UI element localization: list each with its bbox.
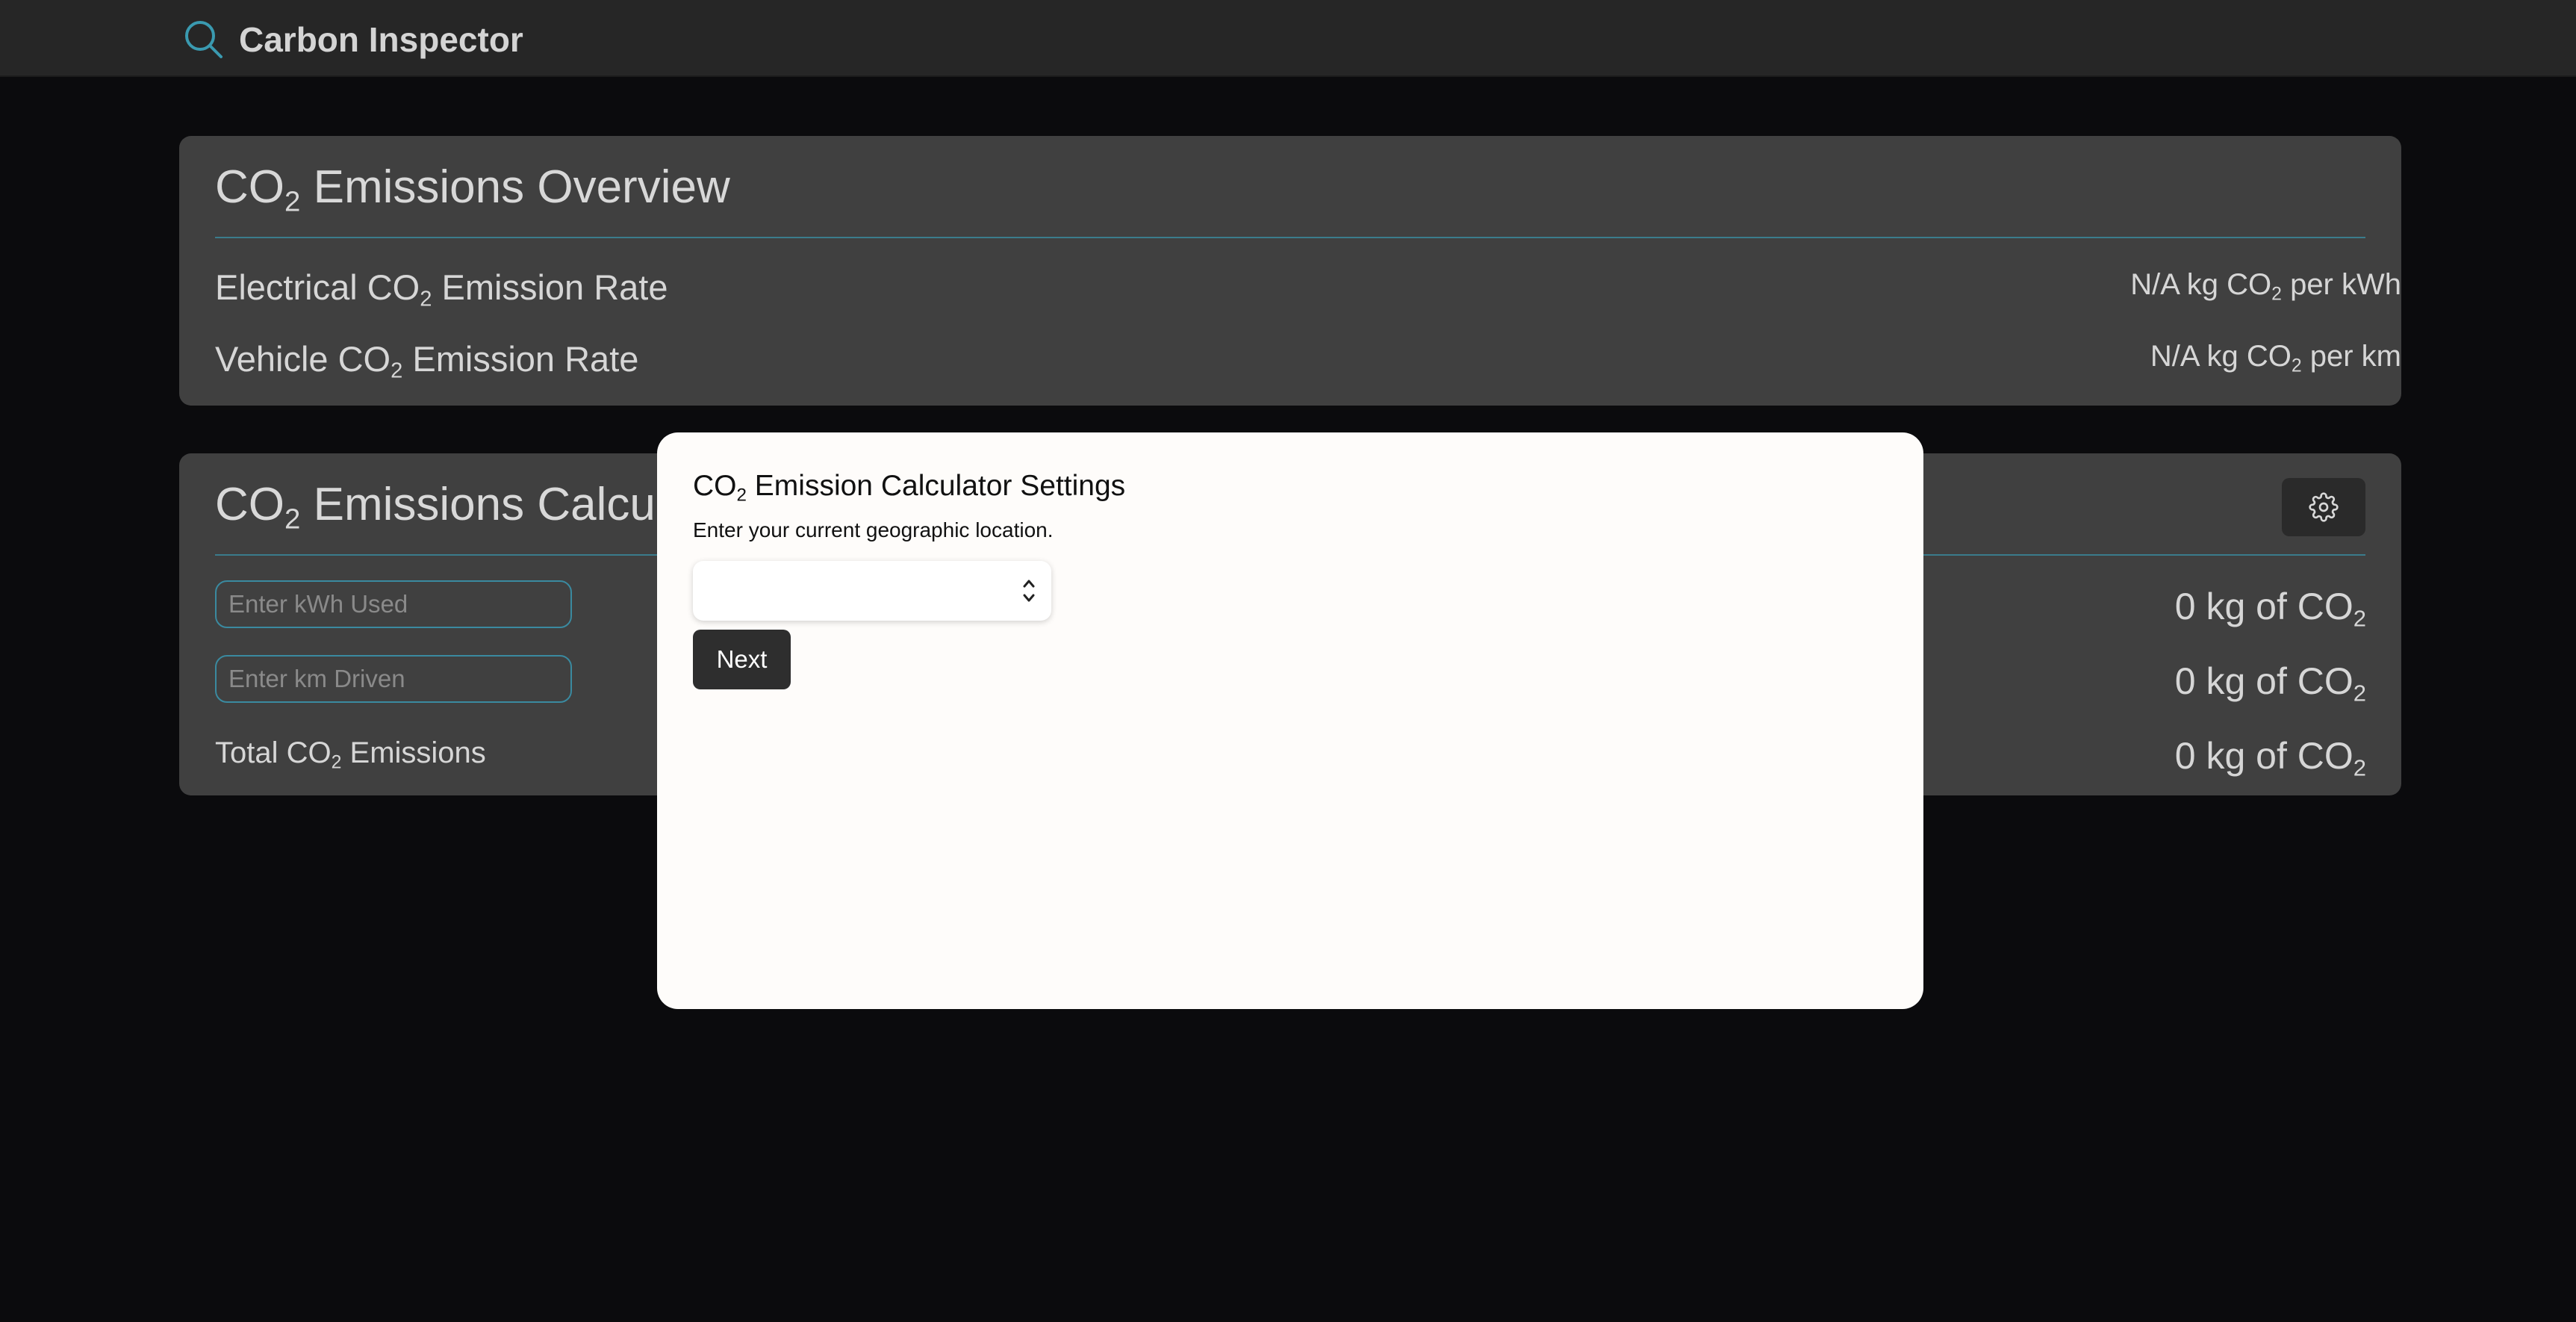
electrical-emission-rate-label: Electrical CO2 Emission Rate [215, 267, 668, 311]
overview-divider [215, 237, 2365, 238]
modal-title: CO2 Emission Calculator Settings [693, 470, 1126, 506]
settings-button[interactable] [2282, 478, 2365, 536]
app-title: Carbon Inspector [239, 20, 523, 59]
vehicle-emission-rate-value: N/A kg CO2 per km [2150, 340, 2401, 376]
overview-title: CO2 Emissions Overview [215, 161, 730, 218]
modal-description: Enter your current geographic location. [693, 518, 1054, 541]
top-bar: Carbon Inspector [0, 0, 2576, 77]
next-button[interactable]: Next [693, 630, 791, 689]
gear-icon [2309, 492, 2339, 522]
total-emissions-label: Total CO2 Emissions [215, 736, 486, 773]
location-select[interactable] [693, 561, 1051, 621]
kwh-emissions-result: 0 kg of CO2 [2174, 586, 2366, 632]
settings-modal: CO2 Emission Calculator Settings Enter y… [657, 432, 1923, 1009]
electrical-emission-rate-value: N/A kg CO2 per kWh [2130, 268, 2401, 305]
km-emissions-result: 0 kg of CO2 [2174, 660, 2366, 707]
vehicle-emission-rate-label: Vehicle CO2 Emission Rate [215, 339, 639, 383]
total-emissions-result: 0 kg of CO2 [2174, 735, 2366, 781]
chevron-up-down-icon [1023, 580, 1035, 602]
km-driven-input[interactable] [215, 655, 572, 703]
kwh-used-input[interactable] [215, 580, 572, 628]
calculator-title: CO2 Emissions Calcula [215, 479, 692, 536]
search-icon [185, 21, 223, 58]
